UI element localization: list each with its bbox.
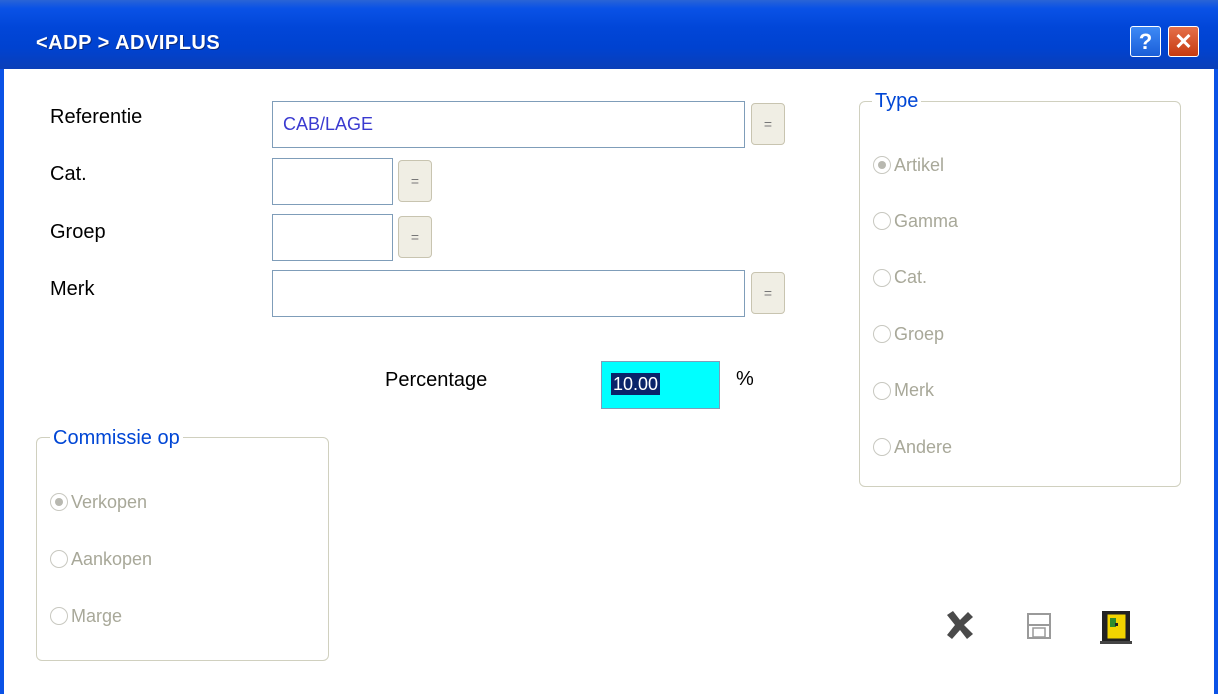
merk-input[interactable] bbox=[272, 270, 745, 317]
radio-label: Verkopen bbox=[71, 491, 148, 512]
percentage-unit: % bbox=[736, 368, 754, 390]
merk-label: Merk bbox=[50, 278, 95, 300]
title-bar: <ADP > ADVIPLUS ? ✕ bbox=[0, 0, 1218, 69]
radio-label: Marge bbox=[71, 605, 123, 626]
radio-circle-icon bbox=[50, 493, 68, 511]
radio-label: Artikel bbox=[894, 154, 945, 175]
window-border-left bbox=[0, 69, 4, 694]
type-radio-cat[interactable]: Cat. bbox=[873, 266, 927, 290]
referentie-lookup-button[interactable]: = bbox=[751, 103, 785, 145]
help-icon: ? bbox=[1138, 28, 1153, 54]
radio-label: Merk bbox=[894, 380, 934, 401]
radio-circle-icon bbox=[873, 212, 891, 231]
commissie-radio-aankopen[interactable]: Aankopen bbox=[50, 547, 152, 571]
window-border-right bbox=[1214, 69, 1218, 694]
percentage-selected-text: 10.00 bbox=[611, 373, 661, 395]
window-title: <ADP > ADVIPLUS bbox=[36, 32, 221, 54]
cat-label: Cat. bbox=[50, 163, 87, 185]
radio-circle-icon bbox=[50, 550, 68, 568]
radio-label: Cat. bbox=[894, 267, 928, 288]
door-icon bbox=[1100, 611, 1132, 644]
cancel-button[interactable] bbox=[944, 609, 976, 646]
type-legend: Type bbox=[872, 90, 922, 113]
type-radio-artikel[interactable]: Artikel bbox=[873, 153, 944, 177]
commissie-radio-verkopen[interactable]: Verkopen bbox=[50, 490, 147, 514]
save-button[interactable] bbox=[1026, 612, 1054, 645]
cat-input[interactable] bbox=[272, 158, 393, 205]
percentage-input[interactable]: 10.00 bbox=[601, 361, 720, 409]
radio-label: Groep bbox=[894, 323, 945, 344]
radio-circle-icon bbox=[873, 268, 891, 287]
type-radio-andere[interactable]: Andere bbox=[873, 435, 952, 459]
radio-circle-icon bbox=[873, 438, 891, 456]
merk-lookup-button[interactable]: = bbox=[751, 272, 785, 314]
help-button[interactable]: ? bbox=[1130, 26, 1161, 57]
referentie-input[interactable]: CAB/LAGE bbox=[272, 101, 745, 148]
commissie-radio-marge[interactable]: Marge bbox=[50, 604, 122, 628]
radio-circle-icon bbox=[873, 325, 891, 344]
x-icon bbox=[947, 611, 973, 639]
radio-circle-icon bbox=[873, 156, 891, 174]
radio-label: Andere bbox=[894, 436, 953, 457]
commissie-legend: Commissie op bbox=[50, 427, 183, 450]
referentie-label: Referentie bbox=[50, 106, 143, 128]
dialog-window: <ADP > ADVIPLUS ? ✕ Referentie CAB/LAGE … bbox=[0, 0, 1218, 694]
radio-label: Aankopen bbox=[71, 548, 153, 569]
close-button[interactable]: ✕ bbox=[1168, 26, 1199, 57]
groep-label: Groep bbox=[50, 221, 106, 243]
groep-lookup-button[interactable]: = bbox=[398, 216, 432, 258]
exit-button[interactable] bbox=[1099, 609, 1133, 650]
groep-input[interactable] bbox=[272, 214, 393, 261]
radio-circle-icon bbox=[873, 381, 891, 400]
radio-circle-icon bbox=[50, 607, 68, 625]
radio-label: Gamma bbox=[894, 210, 959, 231]
floppy-disk-icon bbox=[1027, 613, 1051, 639]
type-radio-merk[interactable]: Merk bbox=[873, 379, 934, 403]
close-icon: ✕ bbox=[1174, 28, 1193, 54]
cat-lookup-button[interactable]: = bbox=[398, 160, 432, 202]
type-radio-gamma[interactable]: Gamma bbox=[873, 209, 958, 233]
type-radio-groep[interactable]: Groep bbox=[873, 322, 944, 346]
percentage-label: Percentage bbox=[385, 369, 488, 391]
